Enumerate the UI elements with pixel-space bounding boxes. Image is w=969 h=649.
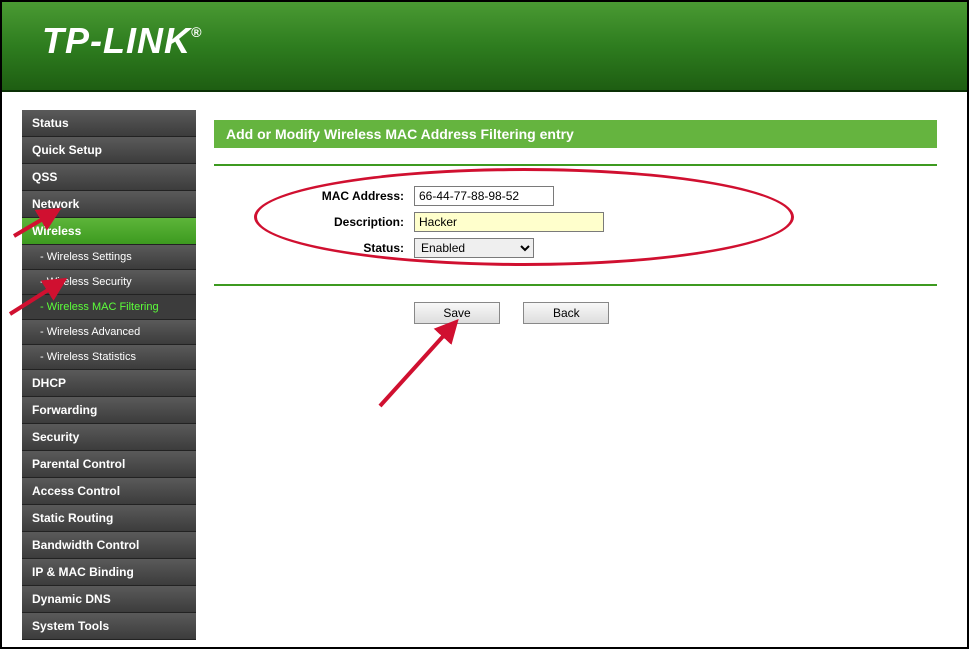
description-input[interactable] xyxy=(414,212,604,232)
nav-access-control[interactable]: Access Control xyxy=(22,478,196,505)
brand-text: TP-LINK xyxy=(42,20,191,61)
nav-wireless-settings[interactable]: - Wireless Settings xyxy=(22,245,196,270)
brand-logo: TP-LINK® xyxy=(42,20,967,62)
nav-wireless[interactable]: Wireless xyxy=(22,218,196,245)
nav-parental-control[interactable]: Parental Control xyxy=(22,451,196,478)
nav-wireless-advanced[interactable]: - Wireless Advanced xyxy=(22,320,196,345)
sidebar: Status Quick Setup QSS Network Wireless … xyxy=(2,92,196,647)
nav-system-tools[interactable]: System Tools xyxy=(22,613,196,640)
divider-bottom xyxy=(214,284,937,286)
header: TP-LINK® xyxy=(2,2,967,92)
nav-status[interactable]: Status xyxy=(22,110,196,137)
nav-menu: Status Quick Setup QSS Network Wireless … xyxy=(22,110,196,640)
description-label: Description: xyxy=(214,215,414,229)
registered-mark: ® xyxy=(191,24,202,40)
nav-wireless-statistics[interactable]: - Wireless Statistics xyxy=(22,345,196,370)
nav-wireless-mac-filtering[interactable]: - Wireless MAC Filtering xyxy=(22,295,196,320)
page-title: Add or Modify Wireless MAC Address Filte… xyxy=(214,120,937,148)
nav-forwarding[interactable]: Forwarding xyxy=(22,397,196,424)
nav-static-routing[interactable]: Static Routing xyxy=(22,505,196,532)
form-area: MAC Address: Description: Status: Enable… xyxy=(214,182,937,268)
divider-top xyxy=(214,164,937,166)
nav-wireless-security[interactable]: - Wireless Security xyxy=(22,270,196,295)
save-button[interactable]: Save xyxy=(414,302,500,324)
nav-bandwidth-control[interactable]: Bandwidth Control xyxy=(22,532,196,559)
status-select[interactable]: Enabled xyxy=(414,238,534,258)
status-label: Status: xyxy=(214,241,414,255)
button-row: Save Back xyxy=(214,302,937,324)
nav-network[interactable]: Network xyxy=(22,191,196,218)
nav-ip-mac-binding[interactable]: IP & MAC Binding xyxy=(22,559,196,586)
nav-qss[interactable]: QSS xyxy=(22,164,196,191)
back-button[interactable]: Back xyxy=(523,302,609,324)
nav-quick-setup[interactable]: Quick Setup xyxy=(22,137,196,164)
mac-address-label: MAC Address: xyxy=(214,189,414,203)
nav-dhcp[interactable]: DHCP xyxy=(22,370,196,397)
nav-security[interactable]: Security xyxy=(22,424,196,451)
mac-address-input[interactable] xyxy=(414,186,554,206)
nav-dynamic-dns[interactable]: Dynamic DNS xyxy=(22,586,196,613)
content-panel: Add or Modify Wireless MAC Address Filte… xyxy=(196,92,967,647)
